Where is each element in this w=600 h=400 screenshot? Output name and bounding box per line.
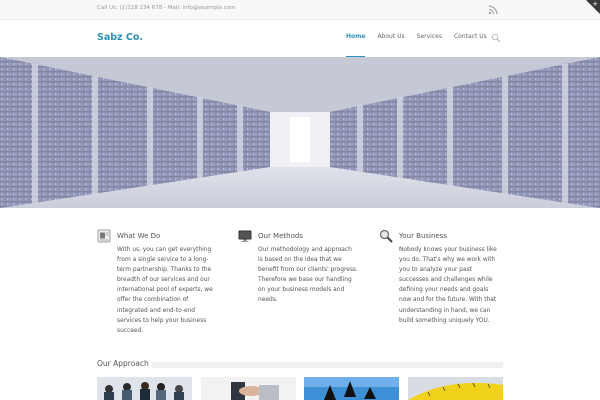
approach-thumbnail-jumping-people[interactable] — [304, 377, 399, 400]
corner-toggle[interactable]: + — [586, 0, 600, 14]
top-bar: Call Us: (1)118 234 678 - Mail: info@exa… — [0, 0, 600, 20]
approach-thumbnail-handshake[interactable] — [201, 377, 296, 400]
hero-image — [0, 57, 600, 208]
feature-text: Nobody knows your business like you do. … — [399, 247, 497, 324]
nav-home[interactable]: Home — [340, 21, 371, 58]
monitor-icon — [238, 230, 252, 242]
server-room-illustration — [0, 57, 600, 208]
main-nav: Home About Us Services Contact Us — [340, 21, 493, 58]
section-divider — [152, 362, 503, 368]
feature-title: What We Do — [117, 232, 161, 240]
nav-about-us[interactable]: About Us — [371, 21, 410, 57]
section-title-our-approach: Our Approach — [97, 359, 149, 368]
contact-info: Call Us: (1)118 234 678 - Mail: info@exa… — [97, 5, 236, 11]
feature-text: Our methodology and approach is based on… — [258, 247, 358, 304]
nav-contact-us[interactable]: Contact Us — [448, 21, 493, 57]
site-logo[interactable]: Sabz Co. — [97, 32, 143, 43]
feature-text: With us, you can get everything from a s… — [117, 247, 213, 334]
site-header: Sabz Co. Home About Us Services Contact … — [0, 21, 600, 58]
document-icon — [97, 229, 111, 243]
plus-icon: + — [592, 0, 598, 8]
feature-title: Our Methods — [258, 232, 303, 240]
feature-title: Your Business — [399, 232, 448, 240]
nav-services[interactable]: Services — [411, 21, 448, 57]
approach-thumbnail-measuring-tape[interactable] — [408, 377, 503, 400]
approach-thumbnail-team-meeting[interactable] — [97, 377, 192, 400]
magnifier-icon — [379, 229, 393, 243]
search-icon[interactable] — [491, 33, 501, 43]
rss-icon[interactable] — [488, 5, 498, 15]
